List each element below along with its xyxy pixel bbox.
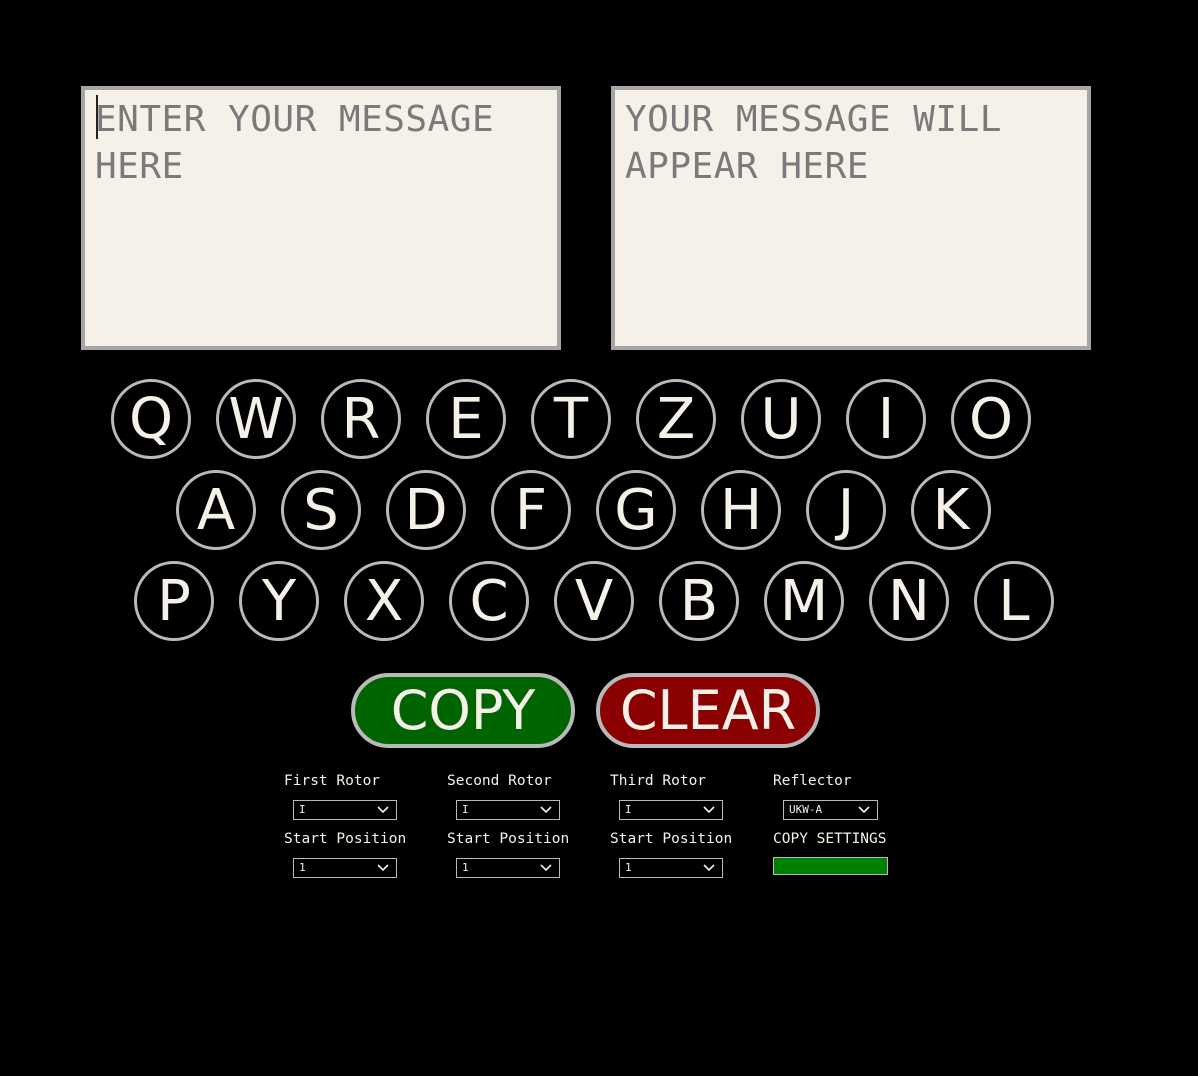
key-button[interactable]: L: [974, 561, 1054, 641]
key-button[interactable]: E: [426, 379, 506, 459]
key-button[interactable]: W: [216, 379, 296, 459]
key-button[interactable]: Z: [636, 379, 716, 459]
copy-settings-button[interactable]: [773, 857, 888, 875]
third-rotor-value: I: [625, 803, 632, 816]
first-start-position-label: Start Position: [284, 831, 407, 847]
key-button[interactable]: D: [386, 470, 466, 550]
key-button[interactable]: F: [491, 470, 571, 550]
key-button[interactable]: O: [951, 379, 1031, 459]
second-rotor-value: I: [462, 803, 469, 816]
first-rotor-select[interactable]: I: [293, 800, 397, 820]
reflector-label: Reflector: [773, 773, 852, 789]
copy-button[interactable]: COPY: [351, 673, 575, 748]
text-caret: [96, 95, 98, 139]
key-button[interactable]: M: [764, 561, 844, 641]
key-button[interactable]: N: [869, 561, 949, 641]
message-input[interactable]: [81, 86, 561, 350]
third-rotor-select[interactable]: I: [619, 800, 723, 820]
message-output[interactable]: [611, 86, 1091, 350]
key-button[interactable]: T: [531, 379, 611, 459]
key-button[interactable]: R: [321, 379, 401, 459]
third-start-position-label: Start Position: [610, 831, 733, 847]
third-start-position-value: 1: [625, 861, 632, 874]
chevron-down-icon: [540, 864, 552, 872]
third-rotor-label: Third Rotor: [610, 773, 707, 789]
chevron-down-icon: [858, 806, 870, 814]
first-start-position-select[interactable]: 1: [293, 858, 397, 878]
key-button[interactable]: X: [344, 561, 424, 641]
key-button[interactable]: J: [806, 470, 886, 550]
chevron-down-icon: [540, 806, 552, 814]
key-button[interactable]: B: [659, 561, 739, 641]
enigma-page: Q W R E T Z U I O A S D F G H J K P Y X …: [0, 0, 1198, 1076]
key-button[interactable]: S: [281, 470, 361, 550]
key-button[interactable]: C: [449, 561, 529, 641]
first-start-position-value: 1: [299, 861, 306, 874]
chevron-down-icon: [703, 806, 715, 814]
key-button[interactable]: P: [134, 561, 214, 641]
key-button[interactable]: U: [741, 379, 821, 459]
key-button[interactable]: G: [596, 470, 676, 550]
copy-settings-label: COPY SETTINGS: [773, 831, 887, 847]
second-start-position-value: 1: [462, 861, 469, 874]
key-button[interactable]: H: [701, 470, 781, 550]
chevron-down-icon: [703, 864, 715, 872]
clear-button[interactable]: CLEAR: [596, 673, 820, 748]
key-button[interactable]: A: [176, 470, 256, 550]
chevron-down-icon: [377, 864, 389, 872]
reflector-select[interactable]: UKW-A: [783, 800, 878, 820]
second-start-position-select[interactable]: 1: [456, 858, 560, 878]
first-rotor-label: First Rotor: [284, 773, 381, 789]
key-button[interactable]: Q: [111, 379, 191, 459]
chevron-down-icon: [377, 806, 389, 814]
key-button[interactable]: I: [846, 379, 926, 459]
first-rotor-value: I: [299, 803, 306, 816]
key-button[interactable]: Y: [239, 561, 319, 641]
third-start-position-select[interactable]: 1: [619, 858, 723, 878]
second-rotor-select[interactable]: I: [456, 800, 560, 820]
second-rotor-label: Second Rotor: [447, 773, 552, 789]
reflector-value: UKW-A: [789, 803, 823, 816]
key-button[interactable]: V: [554, 561, 634, 641]
second-start-position-label: Start Position: [447, 831, 570, 847]
key-button[interactable]: K: [911, 470, 991, 550]
